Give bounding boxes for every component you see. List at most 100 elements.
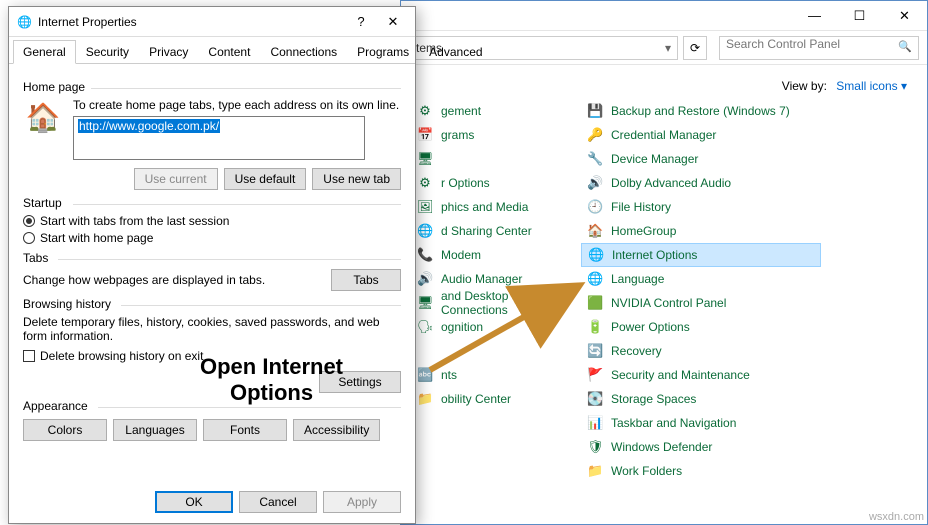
internet-icon: 🌐 (17, 15, 32, 29)
cp-items: ⚙gement📅grams 🖥 ⚙r Options🖼phics and Media… (401, 99, 927, 483)
dlg-close-button[interactable]: ✕ (377, 10, 409, 34)
apply-button[interactable]: Apply (323, 491, 401, 513)
cp-viewby: View by: Small icons ▾ (401, 65, 927, 99)
cp-item[interactable]: 📞Modem (411, 243, 581, 267)
cp-viewby-label: View by: (782, 79, 827, 93)
cp-item[interactable]: 🖼phics and Media (411, 195, 581, 219)
cp-item-icon: 🟩 (587, 295, 603, 311)
cp-item[interactable]: 🟩 NVIDIA Control Panel (581, 291, 821, 315)
cp-viewby-dropdown[interactable]: Small icons ▾ (836, 79, 907, 93)
cp-item-label: phics and Media (441, 200, 528, 214)
history-settings-button[interactable]: Settings (319, 371, 401, 393)
dlg-title-text: Internet Properties (38, 15, 137, 29)
cp-item-icon: 🔋 (587, 319, 603, 335)
cp-item[interactable]: 📊Taskbar and Navigation (581, 411, 821, 435)
cp-item[interactable]: ⚙r Options (411, 171, 581, 195)
use-current-button[interactable]: Use current (134, 168, 218, 190)
cp-item-icon: 🔧 (587, 151, 603, 167)
cp-item-label: r Options (441, 176, 490, 190)
cp-item[interactable]: 📅grams (411, 123, 581, 147)
ok-button[interactable]: OK (155, 491, 233, 513)
dlg-body: Home page 🏠 To create home page tabs, ty… (9, 64, 415, 451)
cp-item-label: Internet Options (612, 248, 697, 262)
cp-item[interactable]: 🔤nts (411, 363, 581, 387)
cp-item[interactable]: 🖥 and Desktop Connections (411, 291, 581, 315)
cp-item-label: NVIDIA Control Panel (611, 296, 726, 310)
history-delete-checkbox[interactable]: Delete browsing history on exit (23, 349, 401, 363)
cp-item[interactable]: ⚙gement (411, 99, 581, 123)
cp-search-input[interactable]: Search Control Panel (719, 36, 919, 60)
home-icon: 🏠 (23, 98, 63, 138)
accessibility-button[interactable]: Accessibility (293, 419, 380, 441)
tabs-button[interactable]: Tabs (331, 269, 401, 291)
startup-last-radio[interactable]: Start with tabs from the last session (23, 214, 401, 228)
cp-item-icon: 🔄 (587, 343, 603, 359)
cp-item[interactable]: 🏠HomeGroup (581, 219, 821, 243)
home-url-input[interactable]: http://www.google.com.pk/ (73, 116, 365, 160)
dlg-tabs: GeneralSecurityPrivacyContentConnections… (9, 39, 415, 64)
fonts-button[interactable]: Fonts (203, 419, 287, 441)
colors-button[interactable]: Colors (23, 419, 107, 441)
cp-item-label: obility Center (441, 392, 511, 406)
group-appearance: Appearance (23, 399, 401, 413)
cp-item-label: and Desktop Connections (441, 289, 575, 317)
cp-item-icon: 🔤 (417, 367, 433, 383)
cp-item-label: Language (611, 272, 664, 286)
cp-item[interactable]: 🔑Credential Manager (581, 123, 821, 147)
dlg-title: 🌐 Internet Properties (17, 15, 345, 29)
cp-item[interactable]: 💾Backup and Restore (Windows 7) (581, 99, 821, 123)
startup-home-radio[interactable]: Start with home page (23, 231, 401, 245)
tab-programs[interactable]: Programs (347, 40, 419, 64)
tab-connections[interactable]: Connections (260, 40, 347, 64)
tab-general[interactable]: General (13, 40, 76, 64)
cp-item[interactable]: 🔧Device Manager (581, 147, 821, 171)
cp-item[interactable]: 🌐Internet Options (581, 243, 821, 267)
radio-icon (23, 232, 35, 244)
cp-item-label: HomeGroup (611, 224, 676, 238)
cp-item-icon: 🛡 (587, 439, 603, 455)
home-url-value: http://www.google.com.pk/ (78, 119, 220, 133)
cp-item[interactable]: 🔋Power Options (581, 315, 821, 339)
cp-item-icon: 🖥 (417, 151, 433, 167)
cp-close-button[interactable]: ✕ (882, 1, 927, 30)
cp-item[interactable]: 🗣ognition (411, 315, 581, 339)
cp-item-label: Storage Spaces (611, 392, 696, 406)
radio-icon (23, 215, 35, 227)
cp-search-placeholder: Search Control Panel (726, 37, 840, 51)
cp-item[interactable]: 🕘File History (581, 195, 821, 219)
cp-item[interactable]: 🚩Security and Maintenance (581, 363, 821, 387)
chevron-down-icon[interactable]: ▾ (665, 41, 671, 55)
use-newtab-button[interactable]: Use new tab (312, 168, 401, 190)
cp-item[interactable]: 🔊Dolby Advanced Audio (581, 171, 821, 195)
startup-last-label: Start with tabs from the last session (40, 214, 229, 228)
cp-item-label: Taskbar and Navigation (611, 416, 736, 430)
tab-content[interactable]: Content (198, 40, 260, 64)
use-default-button[interactable]: Use default (224, 168, 307, 190)
cp-item[interactable]: 🌐Language (581, 267, 821, 291)
cp-item[interactable]: 🌐d Sharing Center (411, 219, 581, 243)
cp-item[interactable]: 🖥 (411, 147, 581, 171)
cp-maximize-button[interactable]: ☐ (837, 1, 882, 30)
cp-item[interactable]: 📁 Work Folders (581, 459, 821, 483)
cp-item-icon: 🖥 (417, 295, 433, 311)
cp-item[interactable]: 💽Storage Spaces (581, 387, 821, 411)
cp-refresh-button[interactable]: ⟳ (683, 36, 707, 60)
cp-item-icon: 📁 (587, 463, 603, 479)
cp-item-label: ognition (441, 320, 483, 334)
tab-advanced[interactable]: Advanced (419, 40, 492, 64)
dlg-help-button[interactable]: ? (345, 10, 377, 34)
cp-item[interactable]: 🛡Windows Defender (581, 435, 821, 459)
group-history-label: Browsing history (23, 297, 111, 311)
tab-security[interactable]: Security (76, 40, 139, 64)
cancel-button[interactable]: Cancel (239, 491, 317, 513)
languages-button[interactable]: Languages (113, 419, 197, 441)
cp-minimize-button[interactable]: — (792, 1, 837, 30)
cp-item[interactable]: 📁obility Center (411, 387, 581, 411)
cp-item[interactable]: 🔊Audio Manager (411, 267, 581, 291)
cp-item-label: Credential Manager (611, 128, 716, 142)
cp-item[interactable]: 🔄Recovery (581, 339, 821, 363)
cp-titlebar: — ☐ ✕ (401, 1, 927, 31)
cp-item-label: Work Folders (611, 464, 682, 478)
cp-item[interactable] (411, 339, 581, 363)
tab-privacy[interactable]: Privacy (139, 40, 198, 64)
